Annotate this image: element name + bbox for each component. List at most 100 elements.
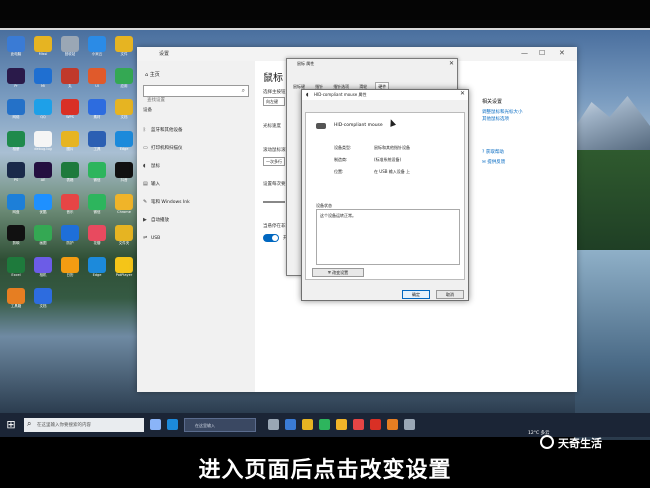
desktop-icon[interactable]: 日历	[57, 256, 83, 287]
taskbar-app-wechat-icon[interactable]	[319, 419, 330, 430]
desktop-icon-label: Mi	[41, 83, 45, 88]
desktop-icon[interactable]: Chrome	[111, 193, 137, 224]
ok-button[interactable]: 确定	[402, 290, 430, 299]
desktop-icon[interactable]: 音乐	[57, 193, 83, 224]
minimize-button[interactable]: —	[521, 49, 528, 57]
taskbar-app-wps-icon[interactable]	[370, 419, 381, 430]
feedback-link[interactable]: ✉ 提供反馈	[482, 159, 505, 165]
desktop-icon[interactable]: Excel	[3, 256, 29, 287]
windows-start-icon[interactable]: ⊞	[4, 418, 18, 432]
settings-sidebar: ⌂ 主页 ⌕ 设备 ᛒ 蓝牙和其他设备 ▭打印机和扫描仪 ◖ 鼠标 ▤输入 ✎笔和 …	[137, 61, 255, 392]
settings-search-input[interactable]	[144, 95, 234, 106]
nav-home[interactable]: ⌂ 主页	[145, 71, 160, 78]
desktop-icon[interactable]: PotPlayer	[111, 256, 137, 287]
wheel-scroll-dropdown[interactable]: 一次多行	[263, 157, 285, 166]
desktop-icon[interactable]: 文件夹	[111, 225, 137, 255]
desktop-icon[interactable]: 工具	[84, 130, 110, 161]
desktop-icon[interactable]: 文档	[30, 288, 56, 318]
desktop-icon[interactable]: QQ	[30, 99, 56, 129]
nav-item-printers[interactable]: ▭ 打印机和扫描仪	[143, 145, 183, 151]
desktop-icon[interactable]: Missi	[30, 36, 56, 66]
primary-button-label: 选择主按钮	[263, 90, 286, 95]
taskbar-app-chrome-icon[interactable]	[336, 419, 347, 430]
desktop-icon-label: 小米云	[91, 52, 103, 56]
desktop-icon[interactable]: 网盘	[3, 193, 29, 224]
desktop-icon[interactable]: UI	[84, 67, 110, 98]
desktop-icon[interactable]: 剪映	[3, 225, 29, 255]
nav-item-usb[interactable]: ⇌ USB	[143, 235, 160, 241]
maximize-button[interactable]: ☐	[539, 49, 545, 57]
desktop-icon-label: 花瓣	[93, 241, 101, 245]
desktop-icon[interactable]: 防护	[57, 225, 83, 255]
nav-item-input[interactable]: ▤ 输入	[143, 181, 160, 187]
change-settings-button[interactable]: ⛨ 改变设置	[312, 268, 364, 277]
desktop-icon[interactable]: 花瓣	[84, 225, 110, 255]
desktop-icon[interactable]: 应用	[111, 67, 137, 98]
desktop-icon[interactable]: 微信	[84, 193, 110, 224]
desktop-icon[interactable]: 文件	[111, 36, 137, 66]
nav-item-mouse[interactable]: ◖ 鼠标	[143, 163, 160, 169]
app-icon	[61, 67, 79, 84]
desktop-icon[interactable]: AE	[30, 162, 56, 192]
nav-item-autoplay[interactable]: ▶ 自动播放	[143, 217, 169, 223]
desktop-icon[interactable]: Mi	[30, 67, 56, 98]
desktop-icon[interactable]: 微信	[84, 162, 110, 192]
mouse-properties-close-button[interactable]: ✕	[449, 60, 454, 67]
desktop-icon[interactable]: WPS	[57, 99, 83, 129]
device-dialog-close-button[interactable]: ✕	[460, 90, 465, 97]
app-icon	[61, 130, 79, 147]
desktop-icon[interactable]: 相机	[30, 256, 56, 287]
desktop-icon[interactable]: 文档	[111, 99, 137, 129]
related-link-cursor-size[interactable]: 调整鼠标和光标大小	[482, 109, 577, 116]
nav-item-pen[interactable]: ✎ 笔和 Windows Ink	[143, 199, 190, 205]
desktop-icon[interactable]: Pr	[3, 67, 29, 98]
taskbar-search-box[interactable]: ⌕ 在这里输入你要搜索的内容	[24, 418, 144, 432]
app-icon	[34, 256, 52, 273]
desktop-icon[interactable]: 工具箱	[3, 288, 29, 318]
desktop-icon[interactable]: 小米云	[84, 36, 110, 66]
top-black-bar	[0, 0, 650, 30]
taskbar-app-settings2-icon[interactable]	[404, 419, 415, 430]
taskbar-app-task-view-icon[interactable]	[150, 419, 161, 430]
taskbar-app-app-icon[interactable]	[353, 419, 364, 430]
desktop-icon[interactable]: 图片	[57, 130, 83, 161]
desktop-icon[interactable]: 优酷	[30, 193, 56, 224]
get-help-label: 获取帮助	[485, 150, 504, 155]
search-icon[interactable]: ⌕	[242, 87, 245, 95]
desktop-icon[interactable]: Edge	[111, 130, 137, 161]
taskbar-app-settings-icon[interactable]	[268, 419, 279, 430]
desktop-icon[interactable]: PS	[3, 162, 29, 192]
desktop-icon[interactable]: 网络	[3, 99, 29, 129]
desktop-icon[interactable]: 抖音	[111, 162, 137, 192]
desktop-icon[interactable]: 画图	[30, 225, 56, 255]
nav-section-title: 设备	[143, 108, 152, 113]
settings-search-box[interactable]: ⌕	[143, 85, 249, 106]
related-link-other-mouse-options[interactable]: 其他鼠标选项	[482, 116, 577, 123]
primary-button-dropdown[interactable]: 向左键	[263, 97, 285, 106]
nav-item-bluetooth[interactable]: ᛒ 蓝牙和其他设备	[143, 127, 183, 133]
desktop-icon[interactable]: 回收站	[57, 36, 83, 66]
desktop-icon[interactable]: 丸	[57, 67, 83, 98]
app-icon	[34, 162, 52, 178]
desktop-icon[interactable]: 此电脑	[3, 36, 29, 66]
taskbar-app-edge-icon[interactable]	[167, 419, 178, 430]
inactive-scroll-toggle[interactable]	[263, 234, 279, 242]
taskbar-app-store-icon[interactable]	[285, 419, 296, 430]
desktop-icon[interactable]: Edge	[84, 256, 110, 287]
lines-slider[interactable]	[263, 201, 285, 203]
desktop-icon[interactable]: 素材	[84, 99, 110, 129]
taskbar-app-explorer-icon[interactable]	[302, 419, 313, 430]
get-help-link[interactable]: ? 获取帮助	[482, 149, 504, 155]
device-dialog-title: HID-compliant mouse 属性	[314, 92, 367, 97]
desktop-icon[interactable]: 相册	[3, 130, 29, 161]
desktop-icon-grid: 此电脑 Missi 回收站 小米云 文件 Pr Mi 丸 UI 应用 网络 QQ WPS 素材 文档 相册 de…	[3, 36, 139, 406]
desktop-icon[interactable]: debug.log	[30, 130, 56, 161]
device-dialog-body: HID-compliant mouse 设备类型: 鼠标和其他指针设备 制造商:…	[305, 112, 465, 280]
desktop-icon[interactable]: 表格	[57, 162, 83, 192]
cancel-button[interactable]: 取消	[436, 290, 464, 299]
close-button[interactable]: ✕	[559, 49, 565, 57]
taskbar-search-widget[interactable]: 在这里输入	[184, 418, 256, 432]
desktop-icon-label: 丸	[68, 83, 72, 88]
taskbar-app-app2-icon[interactable]	[387, 419, 398, 430]
desktop-icon-label: Pr	[14, 83, 18, 88]
